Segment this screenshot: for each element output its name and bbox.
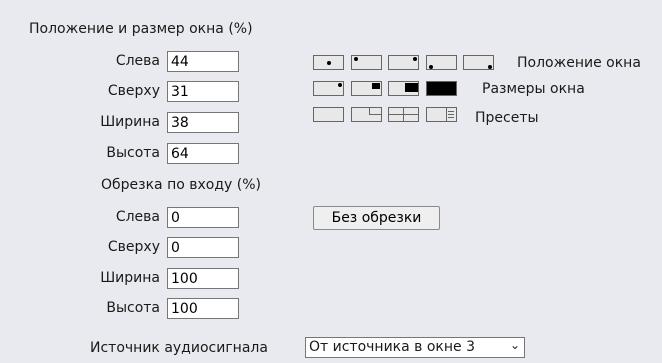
size-large-button[interactable] (388, 81, 419, 96)
pip-divider-h-icon (369, 114, 381, 115)
crop-width-label: Ширина (100, 270, 160, 286)
window-height-input[interactable] (167, 143, 239, 164)
top-right-dot-icon (413, 57, 417, 61)
position-label: Положение окна (517, 55, 641, 71)
crop-left-input[interactable] (167, 207, 239, 228)
no-crop-button[interactable]: Без обрезки (313, 206, 440, 230)
window-section-title: Положение и размер окна (%) (29, 21, 253, 37)
position-top-left-button[interactable] (351, 55, 382, 70)
window-top-input[interactable] (167, 81, 239, 102)
position-center-button[interactable] (313, 55, 344, 70)
preset-single-button[interactable] (313, 107, 344, 122)
window-left-input[interactable] (167, 51, 239, 72)
audio-source-label: Источник аудиосигнала (90, 340, 268, 356)
window-width-input[interactable] (167, 112, 239, 133)
window-height-label: Высота (106, 145, 160, 161)
crop-left-label: Слева (115, 209, 160, 225)
audio-source-selected: От источника в окне 3 (309, 339, 475, 355)
bottom-left-dot-icon (429, 65, 433, 69)
chevron-down-icon: ⌄ (509, 338, 520, 352)
side-list-line3-icon (448, 117, 454, 118)
window-width-label: Ширина (100, 114, 160, 130)
side-list-line1-icon (448, 111, 454, 112)
crop-section-title: Обрезка по входу (%) (101, 177, 261, 193)
preset-quad-button[interactable] (388, 107, 419, 122)
position-top-right-button[interactable] (388, 55, 419, 70)
crop-height-input[interactable] (167, 298, 239, 319)
size-small-button[interactable] (313, 81, 344, 96)
size-full-button[interactable] (426, 81, 457, 96)
preset-pip-button[interactable] (351, 107, 382, 122)
center-dot-icon (327, 61, 331, 65)
sizes-label: Размеры окна (482, 81, 585, 97)
crop-top-input[interactable] (167, 237, 239, 258)
crop-width-input[interactable] (167, 268, 239, 289)
presets-label: Пресеты (475, 110, 539, 126)
position-bottom-left-button[interactable] (426, 55, 457, 70)
crop-height-label: Высота (106, 300, 160, 316)
preset-side-list-button[interactable] (426, 107, 457, 122)
side-list-divider-icon (446, 108, 447, 121)
medium-size-icon (372, 83, 380, 89)
quad-divider-h-icon (389, 114, 418, 115)
size-medium-button[interactable] (351, 81, 382, 96)
position-bottom-right-button[interactable] (463, 55, 494, 70)
small-size-icon (338, 83, 342, 87)
side-list-line2-icon (448, 114, 454, 115)
window-left-label: Слева (115, 53, 160, 69)
window-top-label: Сверху (107, 83, 160, 99)
crop-top-label: Сверху (107, 239, 160, 255)
bottom-right-dot-icon (488, 65, 492, 69)
top-left-dot-icon (354, 57, 358, 61)
audio-source-select[interactable]: От источника в окне 3 ⌄ (305, 337, 525, 358)
large-size-icon (405, 83, 418, 92)
